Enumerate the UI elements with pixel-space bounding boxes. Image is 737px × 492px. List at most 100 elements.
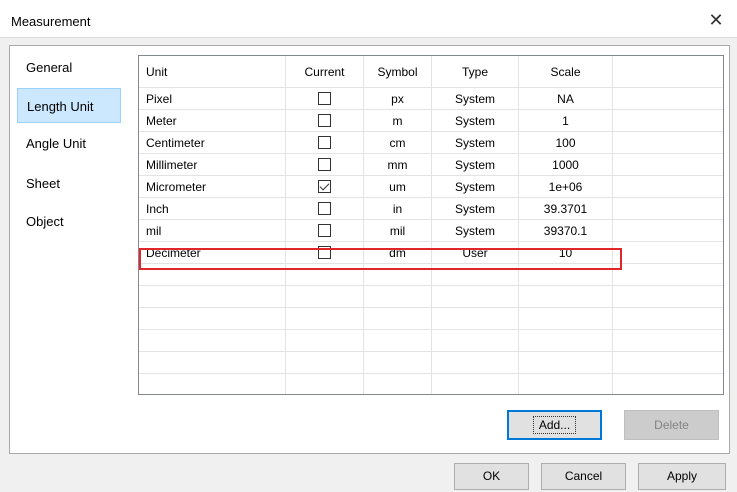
- cell-filler: [613, 176, 723, 197]
- cell-current[interactable]: [286, 88, 364, 109]
- cell-type: System: [432, 220, 519, 241]
- sidebar-item-object[interactable]: Object: [10, 208, 122, 236]
- cell-scale: 1000: [519, 154, 613, 175]
- cell-symbol: [364, 308, 432, 329]
- cell-current[interactable]: [286, 264, 364, 285]
- column-header-type[interactable]: Type: [432, 56, 519, 87]
- sidebar-item-general[interactable]: General: [10, 54, 122, 82]
- cell-type: System: [432, 132, 519, 153]
- add-button-label: Add...: [532, 416, 577, 434]
- cell-type: System: [432, 154, 519, 175]
- table-row[interactable]: mil mil System 39370.1: [139, 220, 723, 242]
- cell-symbol: [364, 286, 432, 307]
- table-row[interactable]: [139, 286, 723, 308]
- cell-scale: 1e+06: [519, 176, 613, 197]
- cell-filler: [613, 110, 723, 131]
- cell-current[interactable]: [286, 352, 364, 373]
- units-table: Unit Current Symbol Type Scale Pixel px Sy…: [138, 55, 724, 395]
- table-row[interactable]: Decimeter dm User 10: [139, 242, 723, 264]
- cell-unit: [139, 330, 286, 351]
- table-row[interactable]: Centimeter cm System 100: [139, 132, 723, 154]
- cell-symbol: mm: [364, 154, 432, 175]
- cell-current[interactable]: [286, 220, 364, 241]
- table-row[interactable]: Micrometer um System 1e+06: [139, 176, 723, 198]
- apply-button[interactable]: Apply: [638, 463, 726, 490]
- cell-scale: NA: [519, 88, 613, 109]
- cell-current[interactable]: [286, 198, 364, 219]
- cell-unit: Centimeter: [139, 132, 286, 153]
- sidebar-item-sheet[interactable]: Sheet: [10, 170, 122, 198]
- table-row[interactable]: [139, 374, 723, 394]
- sidebar-item-angle-unit[interactable]: Angle Unit: [10, 130, 122, 158]
- cell-filler: [613, 242, 723, 263]
- table-row[interactable]: Inch in System 39.3701: [139, 198, 723, 220]
- cell-unit: [139, 352, 286, 373]
- column-header-current[interactable]: Current: [286, 56, 364, 87]
- current-checkbox[interactable]: [318, 246, 331, 259]
- table-row[interactable]: Pixel px System NA: [139, 88, 723, 110]
- cell-filler: [613, 286, 723, 307]
- cell-unit: Millimeter: [139, 154, 286, 175]
- sidebar-item-length-unit[interactable]: Length Unit: [17, 88, 121, 123]
- cell-unit: mil: [139, 220, 286, 241]
- cancel-button[interactable]: Cancel: [541, 463, 626, 490]
- cell-symbol: [364, 330, 432, 351]
- current-checkbox[interactable]: [318, 136, 331, 149]
- cell-current[interactable]: [286, 374, 364, 394]
- cell-scale: [519, 330, 613, 351]
- table-row[interactable]: Millimeter mm System 1000: [139, 154, 723, 176]
- cell-filler: [613, 330, 723, 351]
- cell-type: System: [432, 88, 519, 109]
- delete-button[interactable]: Delete: [624, 410, 719, 440]
- cell-type: System: [432, 176, 519, 197]
- table-row[interactable]: [139, 264, 723, 286]
- table-row[interactable]: [139, 308, 723, 330]
- cell-unit: [139, 308, 286, 329]
- cell-scale: 10: [519, 242, 613, 263]
- cell-current[interactable]: [286, 242, 364, 263]
- cell-symbol: cm: [364, 132, 432, 153]
- table-row[interactable]: [139, 352, 723, 374]
- cell-scale: [519, 374, 613, 394]
- close-icon[interactable]: ✕: [706, 10, 726, 30]
- cell-filler: [613, 88, 723, 109]
- current-checkbox[interactable]: [318, 158, 331, 171]
- cell-current[interactable]: [286, 154, 364, 175]
- column-header-symbol[interactable]: Symbol: [364, 56, 432, 87]
- column-header-scale[interactable]: Scale: [519, 56, 613, 87]
- cell-scale: [519, 264, 613, 285]
- table-row[interactable]: Meter m System 1: [139, 110, 723, 132]
- cell-filler: [613, 132, 723, 153]
- cell-current[interactable]: [286, 330, 364, 351]
- cell-type: [432, 264, 519, 285]
- cell-current[interactable]: [286, 286, 364, 307]
- current-checkbox[interactable]: [318, 180, 331, 193]
- cell-scale: [519, 308, 613, 329]
- cell-current[interactable]: [286, 308, 364, 329]
- cell-filler: [613, 220, 723, 241]
- cell-current[interactable]: [286, 132, 364, 153]
- cell-type: [432, 308, 519, 329]
- table-header-row: Unit Current Symbol Type Scale: [139, 56, 723, 88]
- cell-filler: [613, 198, 723, 219]
- cell-filler: [613, 374, 723, 394]
- current-checkbox[interactable]: [318, 224, 331, 237]
- column-header-unit[interactable]: Unit: [139, 56, 286, 87]
- current-checkbox[interactable]: [318, 92, 331, 105]
- add-button[interactable]: Add...: [507, 410, 602, 440]
- title-bar: Measurement ✕: [0, 0, 737, 37]
- cell-filler: [613, 308, 723, 329]
- cell-unit: [139, 264, 286, 285]
- cell-unit: Inch: [139, 198, 286, 219]
- cell-current[interactable]: [286, 176, 364, 197]
- current-checkbox[interactable]: [318, 202, 331, 215]
- column-header-filler: [613, 56, 723, 87]
- cell-type: System: [432, 110, 519, 131]
- current-checkbox[interactable]: [318, 114, 331, 127]
- cell-symbol: [364, 264, 432, 285]
- cell-scale: 39370.1: [519, 220, 613, 241]
- table-row[interactable]: [139, 330, 723, 352]
- ok-button[interactable]: OK: [454, 463, 529, 490]
- cell-current[interactable]: [286, 110, 364, 131]
- cell-type: [432, 330, 519, 351]
